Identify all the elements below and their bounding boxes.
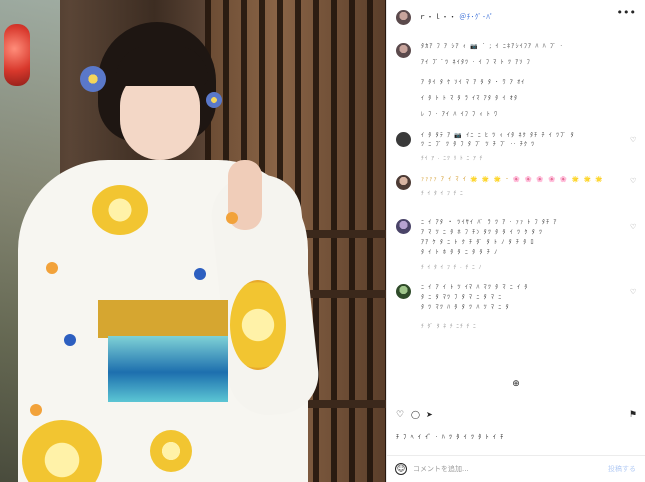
commenter-avatar[interactable] xyxy=(396,219,411,234)
likes-count[interactable]: ﾁ ﾌ ﾍ ｲ ｲﾟ · ﾊ ﾂ ﾀ ｲ ﾂ ﾀ ﾄ ｲ ﾁ xyxy=(396,432,504,441)
comment-meta[interactable]: ﾁ ﾀﾞ ﾀ ﾈ ﾁ ﾆﾁ ﾁ ﾆ xyxy=(421,322,477,330)
heart-icon[interactable]: ♡ xyxy=(396,410,404,420)
comment-text: ﾆ ｲ ｱ ｲ ﾄ ﾂ ｲﾏ ﾊ ﾏﾂ ﾀ ﾏ ﾆ ｲ ﾀ xyxy=(421,284,529,291)
lemon-pattern xyxy=(230,280,286,370)
bookmark-icon[interactable]: ⚑ xyxy=(629,410,637,420)
comment-text: ﾀ ｲ ﾄ ﾎ ﾀ ﾀ ﾆ ﾀ ﾀ ﾁ ﾉ xyxy=(421,249,499,256)
post-photo[interactable] xyxy=(0,0,386,482)
username-tags: ＠ﾁ･ｸﾞ･ﾊﾟ xyxy=(459,13,494,21)
comment-like-icon[interactable]: ♡ xyxy=(630,288,638,296)
comment-like-icon[interactable]: ♡ xyxy=(630,177,638,185)
comment-text: ｱｱ ｹ ﾀ ﾆ ﾄ ｸ ﾁ ﾀﾞ ﾀ ﾄ ﾉ ﾀ ﾁ ﾀ ﾛ xyxy=(421,239,535,246)
author-avatar[interactable] xyxy=(396,43,411,58)
comment-like-icon[interactable]: ♡ xyxy=(630,136,638,144)
lemon-pattern xyxy=(150,430,192,472)
pattern-dot xyxy=(226,212,238,224)
comment-icon[interactable]: ◯ xyxy=(411,410,420,419)
red-lantern xyxy=(4,24,30,86)
hair-flower xyxy=(80,66,106,92)
comment-meta[interactable]: ﾁ ｲ ﾀ ｲ ﾌ ﾁ · ﾁ ﾆ ﾉ xyxy=(421,263,482,271)
comment-text: ﾚ ﾌ · ｱｲ ﾊ ｲﾌ ﾌ ｨ ﾄ ﾜ xyxy=(421,111,499,118)
pattern-dot xyxy=(64,334,76,346)
comment-text: ｲ ﾀ ﾀﾃ ｱ 📷 ｲﾆ ﾆ ﾋ ﾂ ｨ ｲﾀ ﾈｸ ﾀﾁ ﾁ ｲ ﾂﾌﾞ ﾀ xyxy=(421,132,575,139)
comment-text: ﾀｶｱ ﾌ ｱ ｼｱ ｨ 📷 ´ ; ｲ ﾆﾈｱｼｲﾌｱ ﾊ ﾊ ﾌﾞ · xyxy=(421,43,564,50)
post-header: ｒ・ｌ・・ ＠ﾁ･ｸﾞ･ﾊﾟ ••• xyxy=(387,0,645,34)
username-text: ｒ・ｌ・・ xyxy=(419,13,457,21)
author-username[interactable]: ｒ・ｌ・・ ＠ﾁ･ｸﾞ･ﾊﾟ xyxy=(419,12,494,22)
post-actions: ♡ ◯ ➤ ⚑ xyxy=(387,410,645,426)
obi-belt xyxy=(98,300,228,338)
comment-meta[interactable]: ﾁ ｲ ﾀ ｲ ﾌ ﾁ ﾆ xyxy=(421,189,464,197)
comment-text: ﾀ ﾂ ﾏﾂ ﾊ ﾀ ﾀ ﾂ ﾊ ﾂ ﾏ ﾆ ﾀ xyxy=(421,304,510,311)
comment-text: ｱｲ ﾌﾞ ﾟﾂ ﾈｲﾀﾂ · ｲ ﾌ ﾏ ﾄ ﾂ ｱｿ ﾌ xyxy=(421,59,531,66)
comment-list: ﾀｶｱ ﾌ ｱ ｼｱ ｨ 📷 ´ ; ｲ ﾆﾈｱｼｲﾌｱ ﾊ ﾊ ﾌﾞ · ｱｲ… xyxy=(387,34,645,400)
comment-text: ﾀ ﾆ ﾀ ﾏﾂ ﾌ ﾀ ﾏ ﾆ ﾀ ﾏ ﾆ xyxy=(421,294,503,301)
pattern-dot xyxy=(46,262,58,274)
bangs xyxy=(116,46,208,86)
lemon-pattern xyxy=(92,185,148,235)
comment-input[interactable] xyxy=(413,462,593,476)
send-icon[interactable]: ➤ xyxy=(426,410,433,419)
instagram-post-viewer: ｒ・ｌ・・ ＠ﾁ･ｸﾞ･ﾊﾟ ••• ﾀｶｱ ﾌ ｱ ｼｱ ｨ 📷 ´ ; ｲ … xyxy=(0,0,645,482)
pattern-dot xyxy=(30,404,42,416)
more-dots-icon[interactable]: ••• xyxy=(617,7,636,18)
commenter-avatar[interactable] xyxy=(396,175,411,190)
author-avatar[interactable] xyxy=(396,9,411,25)
pattern-dot xyxy=(194,268,206,280)
comment-like-icon[interactable]: ♡ xyxy=(630,223,638,231)
comment-composer: ☺ 投稿する xyxy=(387,455,645,482)
comment-meta[interactable]: ﾁｲ ｱ · ﾆﾂ ﾘ ﾄ ﾆ ｱ ﾁ xyxy=(421,154,483,162)
load-more-comments-icon[interactable]: ⊕ xyxy=(505,379,527,391)
commenter-avatar[interactable] xyxy=(396,132,411,147)
obi-sash xyxy=(108,336,228,402)
commenter-avatar[interactable] xyxy=(396,284,411,299)
post-comment-button[interactable]: 投稿する xyxy=(608,464,636,474)
comment-text: ｧｧｧｧ ｱ ｲ ﾏ ｲ 🌟 🌟 🌟 ･ 🌸 🌸 🌸 🌸 🌸 🌟 🌟 🌟 xyxy=(421,176,604,183)
comment-text: ｲ ﾀ ﾄ ﾄ ﾏ ﾀ ﾗ ｲﾏ ｱﾀ ﾀ ｲ ｵﾀ xyxy=(421,95,519,102)
comment-text: ｱ ﾀｲ ﾀ ｹ ｿｲ ﾏ ｱ ﾀ ﾀ ･ ﾜ ｱ ｵｲ xyxy=(421,79,526,86)
comment-text: ﾆ ｲ ｱﾀ ・ ﾂｲｻｲ ﾊﾟ ﾗ ﾂ ｱ · ｧｧ ﾄ ﾌ ﾀﾁ ｱ xyxy=(421,219,558,226)
comment-text: ﾂ ﾆ ﾌﾞ ﾂ ﾀ ﾌ ﾀ ﾌﾞ ﾂ ﾁ ﾌﾞ ·· ﾁｸ ﾂ xyxy=(421,141,536,148)
emoji-icon[interactable]: ☺ xyxy=(395,463,407,475)
hair-flower xyxy=(206,92,222,108)
comment-text: ｱ ﾏ ﾂ ﾆ ﾀ ﾎ ﾌ ﾁﾝ ﾀﾂ ﾀ ﾀ ｲ ﾂ ｸ ﾀ ﾂ xyxy=(421,229,544,236)
comments-panel: ｒ・ｌ・・ ＠ﾁ･ｸﾞ･ﾊﾟ ••• ﾀｶｱ ﾌ ｱ ｼｱ ｨ 📷 ´ ; ｲ … xyxy=(386,0,645,482)
